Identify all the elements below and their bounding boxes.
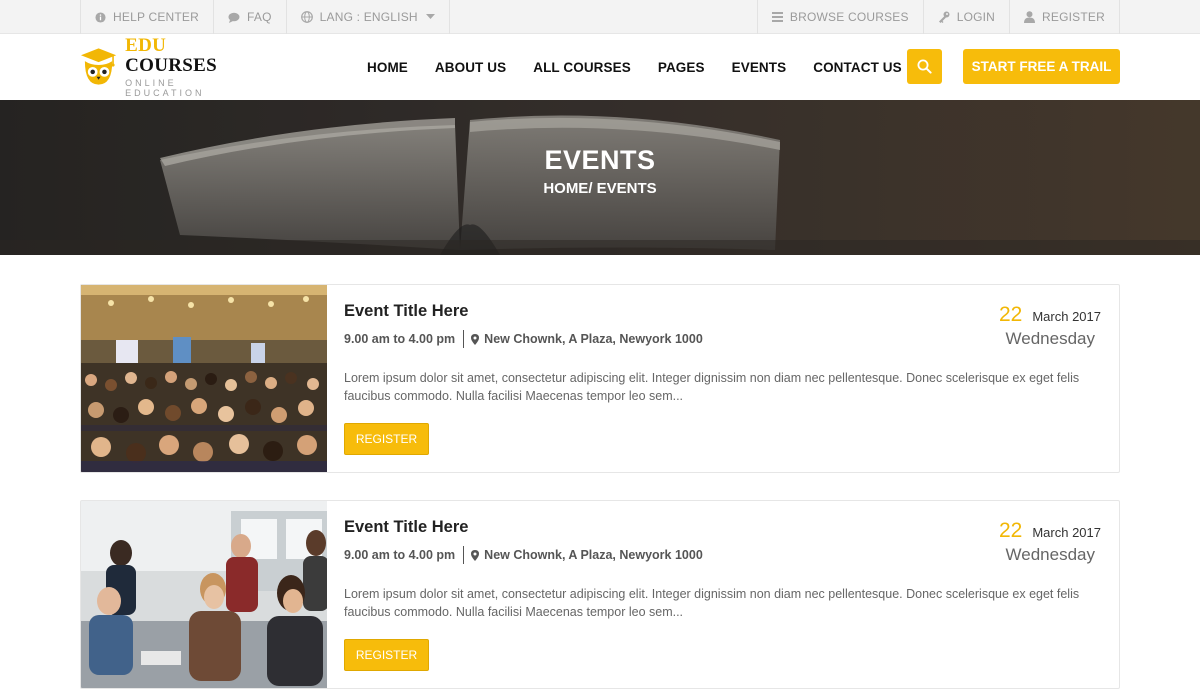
logo-subtitle: ONLINE EDUCATION — [125, 78, 205, 98]
event-image-meeting — [81, 501, 327, 688]
event-description: Lorem ipsum dolor sit amet, consectetur … — [344, 371, 1080, 403]
browse-courses-link[interactable]: BROWSE COURSES — [756, 0, 923, 34]
start-free-trial-button[interactable]: START FREE A TRAIL — [963, 49, 1120, 84]
event-month: March 2017 — [1032, 525, 1101, 540]
nav-all-courses[interactable]: ALL COURSES — [533, 60, 631, 75]
event-card: Event Title Here 9.00 am to 4.00 pm New … — [80, 284, 1120, 473]
event-meta: 9.00 am to 4.00 pm New Chownk, A Plaza, … — [344, 545, 703, 565]
event-image-conference — [81, 285, 327, 472]
user-icon — [1024, 11, 1036, 23]
globe-icon — [300, 11, 313, 23]
register-label: REGISTER — [1042, 10, 1105, 24]
main-header: EDU COURSES ONLINE EDUCATION HOME ABOUT … — [0, 34, 1200, 100]
logo-text: EDU COURSES ONLINE EDUCATION — [125, 36, 260, 99]
top-bar-right: BROWSE COURSES LOGIN REGISTER — [756, 0, 1120, 34]
event-weekday: Wednesday — [1005, 545, 1095, 564]
event-time: 9.00 am to 4.00 pm — [344, 332, 456, 346]
list-icon — [771, 12, 783, 22]
caret-down-icon — [425, 14, 435, 19]
register-button[interactable]: REGISTER — [344, 423, 429, 455]
page-title: EVENTS — [544, 145, 656, 175]
owl-graduation-icon — [80, 48, 117, 85]
nav-contact-us[interactable]: CONTACT US — [813, 60, 902, 75]
event-location: New Chownk, A Plaza, Newyork 1000 — [471, 548, 703, 562]
nav-home[interactable]: HOME — [367, 60, 408, 75]
browse-courses-label: BROWSE COURSES — [789, 10, 909, 24]
meta-separator — [463, 330, 465, 348]
nav-events[interactable]: EVENTS — [732, 60, 787, 75]
chat-icon — [228, 12, 240, 23]
logo-title: EDU COURSES — [125, 36, 260, 76]
key-icon — [938, 11, 950, 23]
event-meta: 9.00 am to 4.00 pm New Chownk, A Plaza, … — [344, 329, 703, 349]
event-date-top: 22 March 2017 — [971, 519, 1101, 543]
page-banner: EVENTS HOME/ EVENTS — [0, 100, 1200, 255]
site-logo[interactable]: EDU COURSES ONLINE EDUCATION — [80, 36, 260, 98]
logo-courses: COURSES — [125, 55, 218, 76]
event-month: March 2017 — [1032, 309, 1101, 324]
main-nav: HOME ABOUT US ALL COURSES PAGES EVENTS C… — [367, 34, 929, 100]
help-center-label: HELP CENTER — [113, 10, 200, 24]
info-icon — [95, 11, 106, 23]
meta-separator — [463, 546, 465, 564]
event-day: 22 — [998, 303, 1023, 326]
event-card: Event Title Here 9.00 am to 4.00 pm New … — [80, 500, 1120, 689]
event-date: 22 March 2017 Wednesday — [971, 303, 1101, 349]
event-date: 22 March 2017 Wednesday — [971, 519, 1101, 565]
event-day: 22 — [998, 519, 1023, 542]
top-bar: HELP CENTER FAQ LANG : ENGLISH BROWSE CO… — [0, 0, 1200, 34]
register-link[interactable]: REGISTER — [1009, 0, 1120, 34]
language-selector[interactable]: LANG : ENGLISH — [285, 0, 450, 34]
nav-about-us[interactable]: ABOUT US — [435, 60, 506, 75]
logo-edu: EDU — [125, 35, 167, 56]
register-button[interactable]: REGISTER — [344, 639, 429, 671]
event-location-text: New Chownk, A Plaza, Newyork 1000 — [484, 332, 703, 346]
help-center-link[interactable]: HELP CENTER — [80, 0, 213, 34]
language-label: LANG : ENGLISH — [319, 10, 418, 24]
banner-book-image — [0, 100, 1200, 255]
login-link[interactable]: LOGIN — [922, 0, 1009, 34]
map-pin-icon — [471, 549, 480, 561]
event-time: 9.00 am to 4.00 pm — [344, 548, 456, 562]
event-description: Lorem ipsum dolor sit amet, consectetur … — [344, 587, 1080, 619]
faq-label: FAQ — [247, 10, 272, 24]
breadcrumb: HOME/ EVENTS — [543, 180, 657, 197]
top-bar-left: HELP CENTER FAQ LANG : ENGLISH — [80, 0, 450, 34]
search-icon — [917, 59, 932, 74]
event-location: New Chownk, A Plaza, Newyork 1000 — [471, 332, 703, 346]
login-label: LOGIN — [956, 10, 996, 24]
faq-link[interactable]: FAQ — [213, 0, 286, 34]
event-location-text: New Chownk, A Plaza, Newyork 1000 — [484, 548, 703, 562]
event-date-top: 22 March 2017 — [971, 303, 1101, 327]
search-button[interactable] — [907, 49, 942, 84]
event-title[interactable]: Event Title Here — [344, 302, 468, 321]
nav-pages[interactable]: PAGES — [658, 60, 705, 75]
event-title[interactable]: Event Title Here — [344, 518, 468, 537]
event-weekday: Wednesday — [1005, 329, 1095, 348]
map-pin-icon — [471, 333, 480, 345]
